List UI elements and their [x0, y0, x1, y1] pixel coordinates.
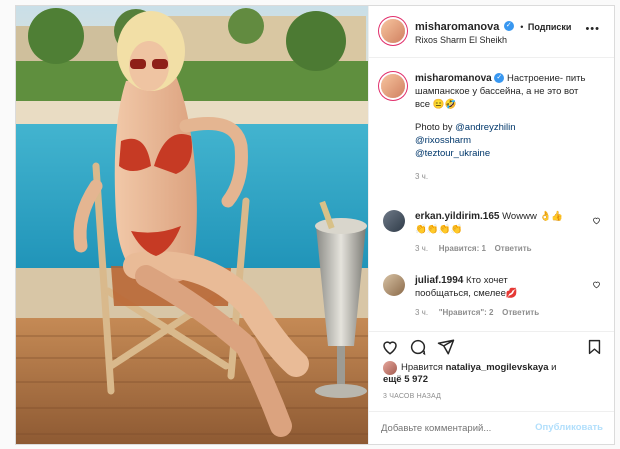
mention-link[interactable]: @rixossharm	[415, 135, 471, 146]
caption-avatar[interactable]	[381, 74, 405, 98]
comment-icon[interactable]	[409, 338, 427, 356]
comment-likes[interactable]: "Нравится": 2	[439, 308, 494, 317]
comment-likes[interactable]: Нравится: 1	[439, 244, 486, 253]
likes-suffix: и	[548, 362, 557, 373]
follow-button[interactable]: Подписки	[528, 22, 572, 32]
photo-by-label: Photo by	[415, 122, 456, 133]
likes-user[interactable]: nataliya_mogilevskaya	[446, 362, 549, 373]
mention-link[interactable]: @teztour_ukraine	[415, 148, 490, 159]
caption-text-line3: все 😑🤣	[415, 99, 457, 110]
commenter-avatar[interactable]	[383, 210, 405, 232]
publish-button[interactable]: Опубликовать	[535, 422, 603, 433]
post-header: misharomanova ✓ • Подписки Rixos Sharm E…	[369, 6, 614, 58]
action-bar	[369, 331, 614, 360]
liker-avatar[interactable]	[383, 361, 397, 375]
comment-text-line2: пообщаться, смелее💋	[415, 288, 518, 299]
verified-icon: ✓	[494, 73, 505, 84]
caption-text-line1: Настроение- пить	[506, 73, 586, 84]
more-icon[interactable]: •••	[585, 23, 600, 35]
likes-prefix: Нравится	[401, 362, 446, 373]
author-username[interactable]: misharomanova	[415, 21, 499, 33]
post-card: misharomanova ✓ • Подписки Rixos Sharm E…	[15, 5, 615, 445]
post-side-panel: misharomanova ✓ • Подписки Rixos Sharm E…	[368, 6, 614, 444]
comment-text-line1: Кто хочет	[466, 275, 508, 286]
reply-button[interactable]: Ответить	[502, 308, 539, 317]
caption-username[interactable]: misharomanova	[415, 73, 492, 84]
add-comment-bar: Опубликовать	[369, 411, 614, 444]
comment-username[interactable]: juliaf.1994	[415, 275, 463, 286]
author-avatar[interactable]	[381, 19, 405, 43]
heart-icon[interactable]	[381, 338, 399, 356]
bookmark-icon[interactable]	[586, 338, 603, 356]
caption-time[interactable]: 3 ч.	[415, 172, 428, 181]
share-icon[interactable]	[437, 338, 455, 356]
mention-link[interactable]: @andreyzhilin	[455, 122, 515, 133]
heart-icon[interactable]	[592, 280, 601, 289]
likes-section: Нравится nataliya_mogilevskaya и ещё 5 9…	[369, 359, 614, 389]
caption-text-line2: шампанское у бассейна, а не это вот	[415, 86, 579, 97]
comment-time[interactable]: 3 ч.	[415, 244, 428, 253]
comment-username[interactable]: erkan.yildirim.165	[415, 211, 500, 222]
comment-time[interactable]: 3 ч.	[415, 308, 428, 317]
follow-dot: •	[520, 22, 524, 32]
verified-icon: ✓	[503, 20, 514, 31]
reply-button[interactable]: Ответить	[495, 244, 532, 253]
post-location[interactable]: Rixos Sharm El Sheikh	[415, 35, 507, 45]
heart-icon[interactable]	[592, 216, 601, 225]
commenter-avatar[interactable]	[383, 274, 405, 296]
likes-count[interactable]: ещё 5 972	[383, 374, 428, 385]
comment-input[interactable]	[381, 420, 531, 436]
photo-illustration	[16, 6, 368, 444]
comment-text-line2: 👏👏👏👏	[415, 224, 463, 235]
post-timestamp[interactable]: 3 ЧАСОВ НАЗАД	[383, 393, 441, 400]
comment-text-line1: Wowww 👌👍	[502, 211, 564, 222]
post-photo[interactable]	[16, 6, 368, 444]
